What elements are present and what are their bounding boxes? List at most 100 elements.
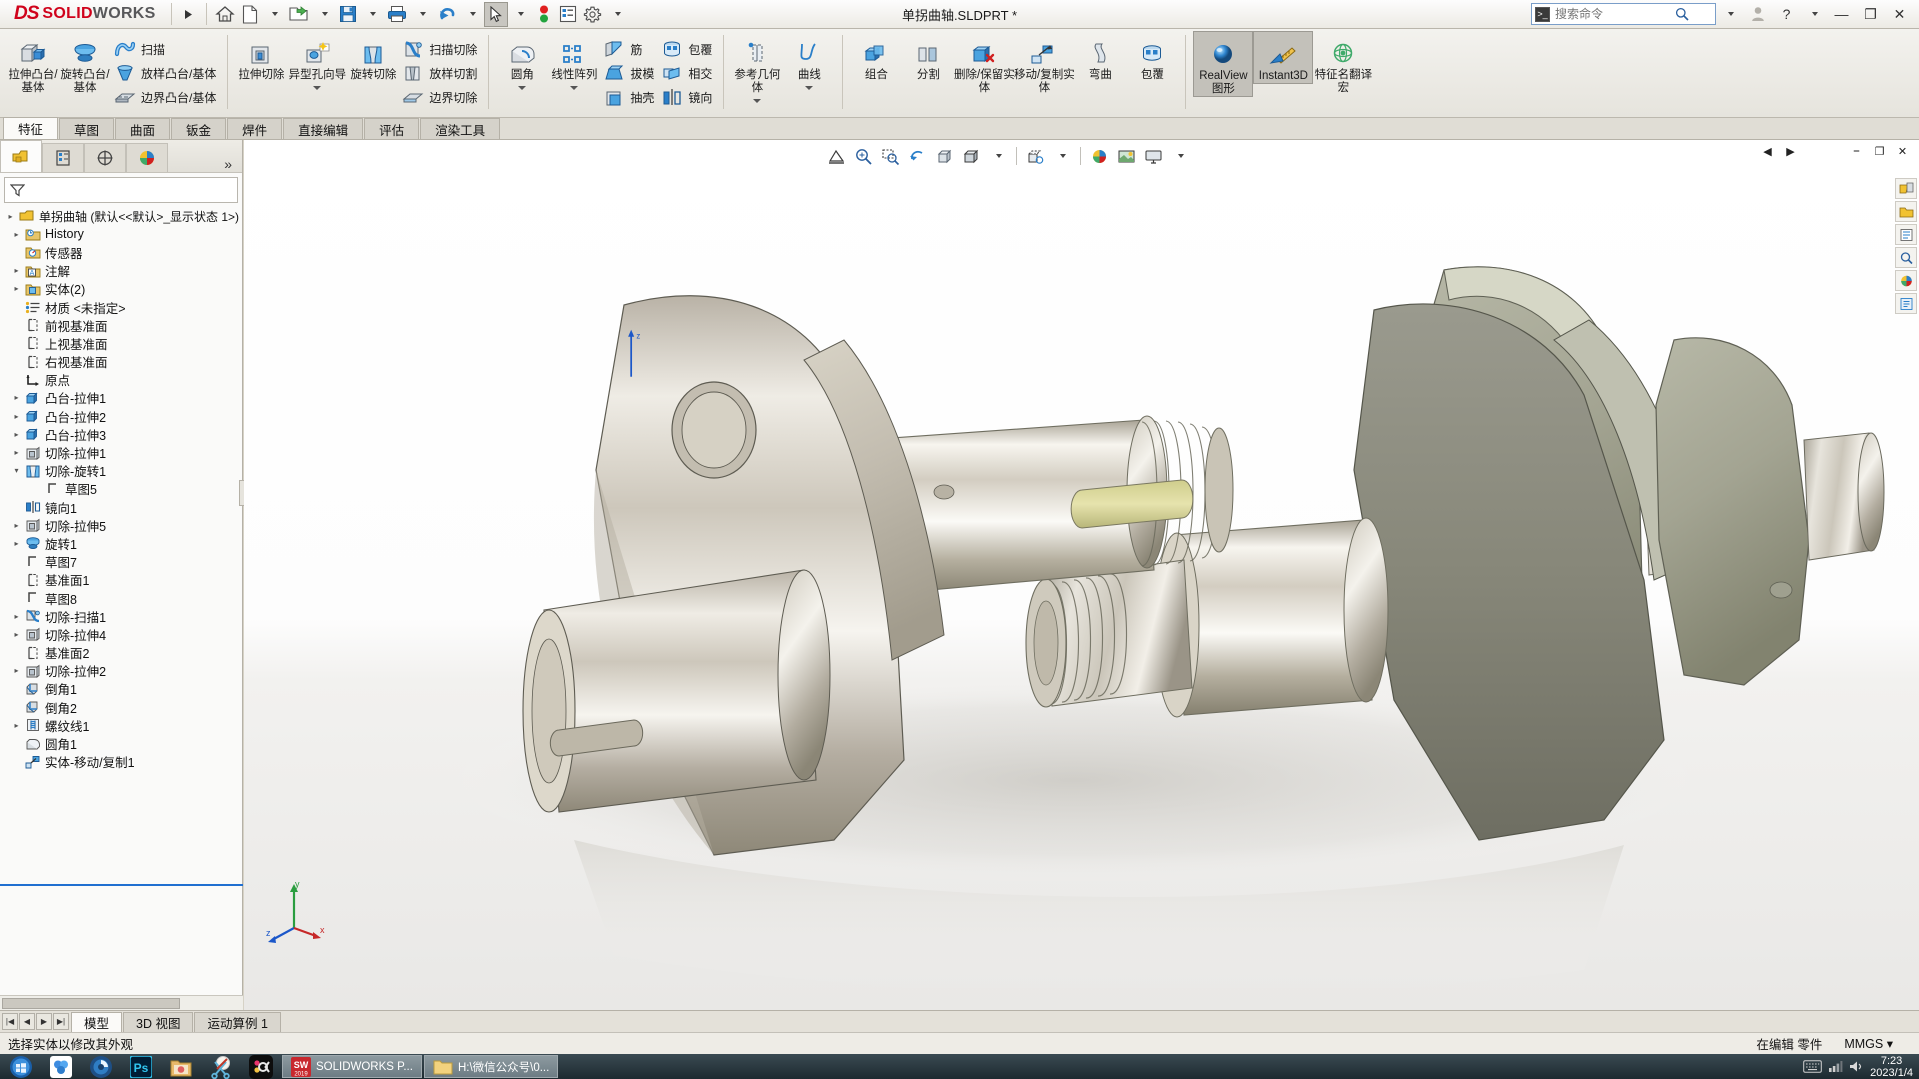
tree-item[interactable]: ▸ 实体(2) bbox=[4, 280, 242, 298]
taskbar-solidworks[interactable]: SW 2019 SOLIDWORKS P... bbox=[282, 1055, 422, 1078]
select-dropdown[interactable] bbox=[508, 2, 532, 27]
taskbar-app-4[interactable] bbox=[162, 1054, 200, 1079]
search-dropdown[interactable] bbox=[1718, 2, 1742, 27]
sheet-tab-model[interactable]: 模型 bbox=[71, 1011, 123, 1032]
expand-arrow[interactable]: ▸ bbox=[4, 212, 17, 221]
hide-show-items-button[interactable] bbox=[1023, 144, 1047, 168]
taskbar-explorer[interactable]: H:\微信公众号\0... bbox=[423, 1055, 559, 1078]
draft-button[interactable]: 拔模 bbox=[600, 61, 658, 85]
linear-pattern-button[interactable]: 线性阵列 bbox=[548, 31, 600, 90]
rebuild-button[interactable] bbox=[532, 2, 556, 27]
restore-button[interactable]: ❐ bbox=[1857, 2, 1884, 26]
curves-button[interactable]: 曲线 bbox=[783, 31, 835, 90]
tree-item[interactable]: 倒角1 bbox=[4, 680, 242, 698]
expand-arrow[interactable]: ▸ bbox=[10, 393, 23, 402]
new-document-dropdown[interactable] bbox=[262, 2, 286, 27]
volume-icon[interactable] bbox=[1849, 1060, 1864, 1073]
tree-item[interactable]: 基准面1 bbox=[4, 571, 242, 589]
tree-item[interactable]: 材质 <未指定> bbox=[4, 298, 242, 316]
tree-item[interactable]: ▸ 旋转1 bbox=[4, 534, 242, 552]
view-orientation-button[interactable] bbox=[932, 144, 956, 168]
instant3d-button[interactable]: Instant3D bbox=[1253, 31, 1314, 84]
tree-item[interactable]: ▸ 切除-扫描1 bbox=[4, 607, 242, 625]
split-button[interactable]: 分割 bbox=[902, 31, 954, 82]
tab-evaluate[interactable]: 评估 bbox=[364, 118, 420, 139]
tree-item[interactable]: 草图8 bbox=[4, 589, 242, 607]
combine-button[interactable]: 组合 bbox=[850, 31, 902, 82]
open-document-dropdown[interactable] bbox=[312, 2, 336, 27]
first-tab-button[interactable]: |◀ bbox=[2, 1013, 18, 1030]
help-button[interactable]: ? bbox=[1773, 2, 1800, 26]
open-document-button[interactable] bbox=[286, 2, 312, 27]
print-button[interactable] bbox=[384, 2, 410, 27]
section-view-button[interactable] bbox=[824, 144, 848, 168]
expand-arrow[interactable]: ▾ bbox=[10, 466, 23, 475]
display-style-button[interactable] bbox=[959, 144, 983, 168]
sweep-button[interactable]: 扫描 bbox=[111, 37, 220, 61]
tree-item[interactable]: 圆角1 bbox=[4, 734, 242, 752]
expand-arrow[interactable]: ▸ bbox=[10, 612, 23, 621]
taskbar-app-1[interactable] bbox=[42, 1054, 80, 1079]
print-dropdown[interactable] bbox=[410, 2, 434, 27]
zoom-to-fit-button[interactable] bbox=[851, 144, 875, 168]
tree-item[interactable]: ▾ 切除-旋转1 bbox=[4, 462, 242, 480]
loft-cut-button[interactable]: 放样切割 bbox=[399, 61, 481, 85]
chevron-down-icon[interactable] bbox=[753, 99, 762, 103]
edit-appearance-button[interactable] bbox=[1087, 144, 1111, 168]
taskbar-photoshop[interactable]: Ps bbox=[122, 1054, 160, 1079]
appearances-panel-button[interactable] bbox=[1895, 270, 1917, 291]
doc-restore-button[interactable]: ❐ bbox=[1869, 142, 1890, 161]
rib-button[interactable]: 筋 bbox=[600, 37, 658, 61]
tree-item[interactable]: 实体-移动/复制1 bbox=[4, 753, 242, 771]
last-tab-button[interactable]: ▶| bbox=[53, 1013, 69, 1030]
collapse-panel-button[interactable]: ◀ bbox=[1757, 142, 1778, 161]
doc-minimize-button[interactable]: ⎯ bbox=[1846, 142, 1867, 161]
view-settings-dropdown[interactable] bbox=[1168, 144, 1192, 168]
tab-features[interactable]: 特征 bbox=[3, 117, 59, 139]
undo-button[interactable] bbox=[434, 2, 460, 27]
expand-arrow[interactable]: ▸ bbox=[10, 630, 23, 639]
sweep-cut-button[interactable]: 扫描切除 bbox=[399, 37, 481, 61]
tree-horizontal-scrollbar[interactable] bbox=[0, 995, 243, 1010]
next-tab-button[interactable]: ▶ bbox=[36, 1013, 52, 1030]
expand-arrow[interactable]: ▸ bbox=[10, 266, 23, 275]
new-document-button[interactable] bbox=[238, 2, 262, 27]
loft-boss-button[interactable]: 放样凸台/基体 bbox=[111, 61, 220, 85]
chevron-down-icon[interactable] bbox=[570, 86, 579, 90]
feature-translate-macro-button[interactable]: 特征名翻译宏 bbox=[1313, 31, 1373, 95]
tree-item[interactable]: 右视基准面 bbox=[4, 353, 242, 371]
shell-button[interactable]: 抽壳 bbox=[600, 85, 658, 109]
tree-item[interactable]: ▸ 凸台-拉伸2 bbox=[4, 407, 242, 425]
tab-direct-editing[interactable]: 直接编辑 bbox=[283, 118, 364, 139]
expand-arrow[interactable]: ▸ bbox=[10, 666, 23, 675]
property-manager-tab[interactable] bbox=[42, 143, 84, 172]
tab-render-tools[interactable]: 渲染工具 bbox=[420, 118, 501, 139]
expand-arrow[interactable]: ▸ bbox=[10, 721, 23, 730]
extrude-cut-button[interactable]: 拉伸切除 bbox=[235, 31, 287, 82]
sheet-tab-3dviews[interactable]: 3D 视图 bbox=[123, 1011, 194, 1032]
graphics-viewport[interactable]: ⎯ ❐ ✕ ◀ ▶ z y z x bbox=[244, 140, 1919, 1010]
taskbar-app-2[interactable] bbox=[82, 1054, 120, 1079]
revolve-boss-button[interactable]: 旋转凸台/基体 bbox=[59, 31, 111, 95]
configuration-manager-tab[interactable] bbox=[84, 143, 126, 172]
taskbar-app-5[interactable] bbox=[202, 1054, 240, 1079]
unit-system-selector[interactable]: MMGS ▾ bbox=[1844, 1036, 1893, 1051]
taskbar-clock[interactable]: 7:23 2023/1/4 bbox=[1870, 1055, 1913, 1079]
extrude-boss-button[interactable]: 拉伸凸台/基体 bbox=[7, 31, 59, 95]
tab-sheetmetal[interactable]: 钣金 bbox=[171, 118, 227, 139]
chevron-down-icon[interactable] bbox=[313, 86, 322, 90]
taskbar-app-6[interactable] bbox=[242, 1054, 280, 1079]
settings-button[interactable] bbox=[580, 2, 605, 27]
search-panel-button[interactable] bbox=[1895, 247, 1917, 268]
view-triad[interactable]: y z x bbox=[266, 878, 336, 948]
tree-item[interactable]: ▸ 凸台-拉伸1 bbox=[4, 389, 242, 407]
view-palette-button[interactable] bbox=[1895, 178, 1917, 199]
tab-weldments[interactable]: 焊件 bbox=[227, 118, 283, 139]
select-button[interactable] bbox=[483, 1, 508, 27]
previous-tab-button[interactable]: ◀ bbox=[19, 1013, 35, 1030]
search-input[interactable] bbox=[1555, 7, 1675, 21]
tree-item[interactable]: 传感器 bbox=[4, 243, 242, 261]
tree-item[interactable]: ▸ 切除-拉伸2 bbox=[4, 662, 242, 680]
expand-arrow[interactable]: ▸ bbox=[10, 284, 23, 293]
minimize-button[interactable]: — bbox=[1828, 2, 1855, 26]
